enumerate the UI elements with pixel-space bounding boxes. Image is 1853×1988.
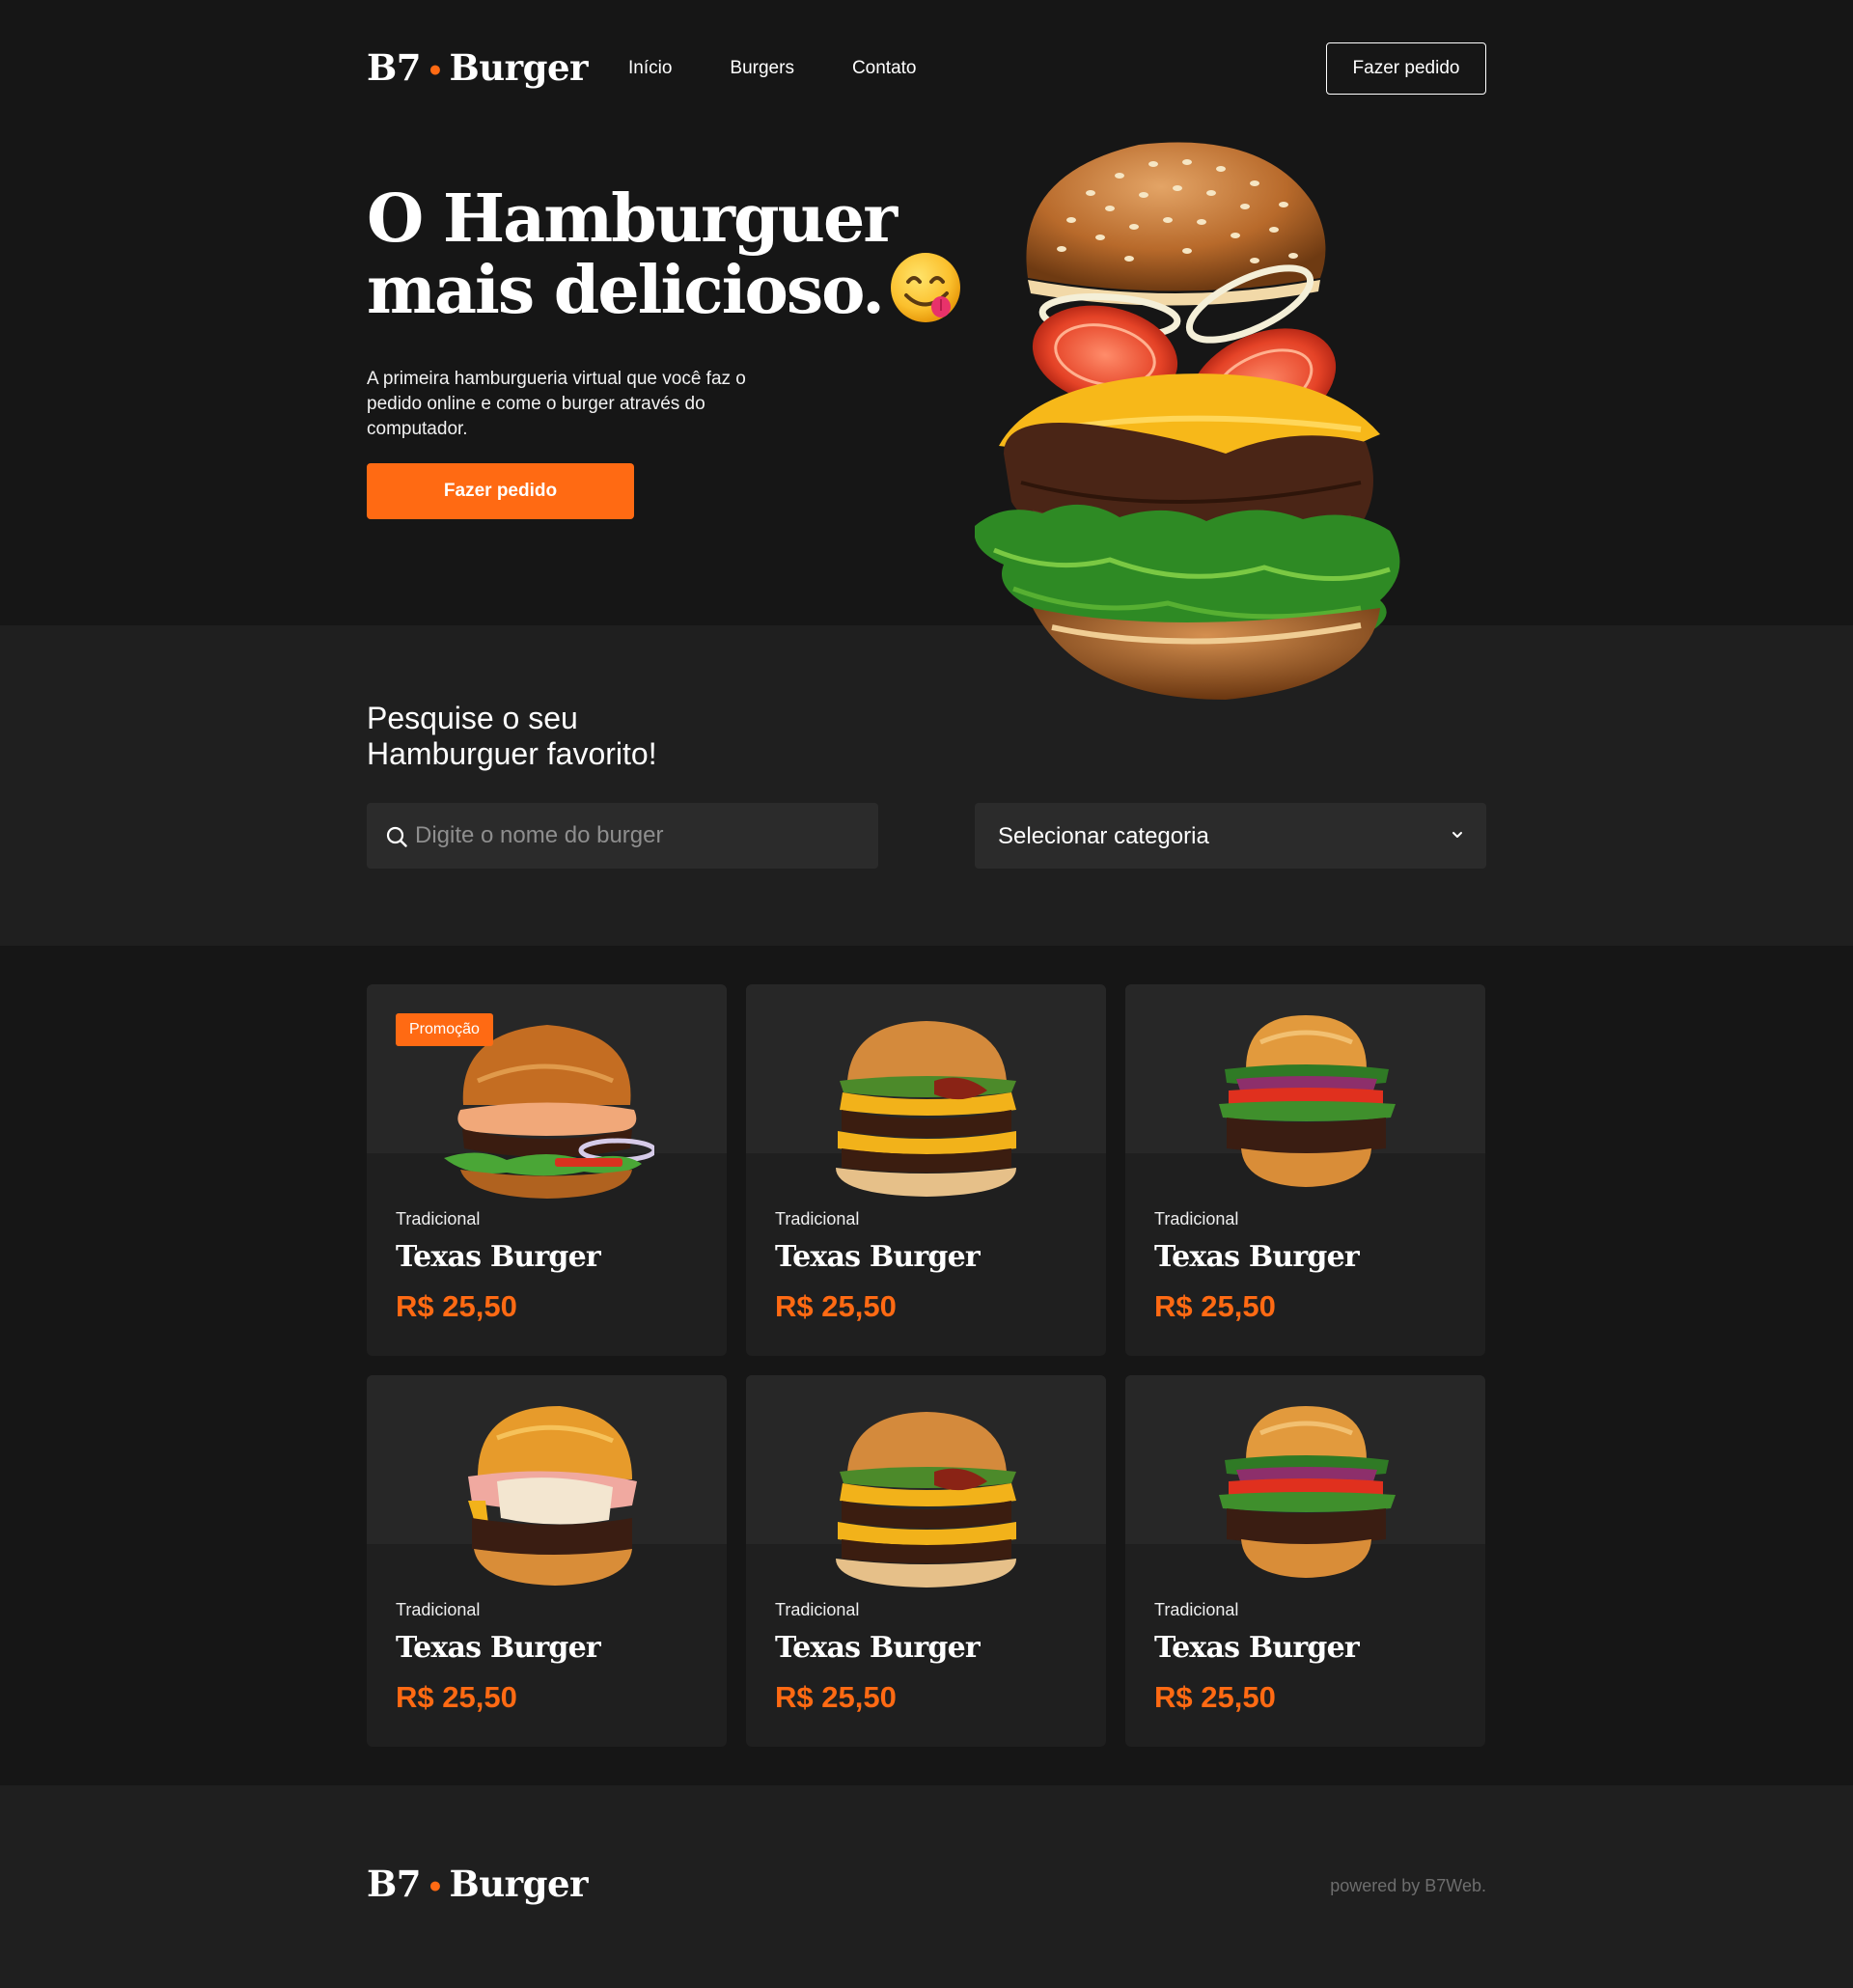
search-heading: Pesquise o seu Hamburguer favorito! <box>367 701 772 772</box>
top-navbar: B7 • Burger Início Burgers Contato Fazer p… <box>367 39 1486 98</box>
hero-order-button[interactable]: Fazer pedido <box>367 463 634 519</box>
chevron-down-icon <box>1452 832 1462 838</box>
hero-title: O Hamburguer mais delicioso. <box>367 183 965 334</box>
main-menu: Início Burgers Contato <box>628 58 917 79</box>
brand-separator: • <box>427 1871 444 1903</box>
search-field[interactable] <box>367 803 878 869</box>
product-image <box>836 1021 1016 1197</box>
product-image <box>1219 1406 1396 1578</box>
search-icon <box>386 826 407 847</box>
nav-order-button[interactable]: Fazer pedido <box>1326 42 1486 95</box>
product-price: R$ 25,50 <box>396 1680 517 1714</box>
hero-burger-image <box>974 135 1448 714</box>
hero-title-line1: O Hamburguer <box>367 180 898 258</box>
page-footer: B7 • Burger powered by B7Web. <box>0 1785 1853 1988</box>
product-card[interactable]: Tradicional Texas Burger R$ 25,50 <box>1125 1375 1485 1747</box>
nav-link-inicio[interactable]: Início <box>628 58 672 79</box>
nav-link-burgers[interactable]: Burgers <box>730 58 794 79</box>
product-name: Texas Burger <box>1154 1631 1360 1665</box>
product-card[interactable]: Promoção Tradicional Texas Burger R$ 25,… <box>367 984 727 1356</box>
product-image <box>836 1412 1016 1588</box>
product-image <box>468 1406 637 1586</box>
products-section: Promoção Tradicional Texas Burger R$ 25,… <box>0 946 1853 1785</box>
brand-name-left: B7 <box>367 46 422 89</box>
product-card[interactable]: Tradicional Texas Burger R$ 25,50 <box>746 1375 1106 1747</box>
hero-description: A primeira hamburgueria virtual que você… <box>367 369 746 439</box>
product-price: R$ 25,50 <box>775 1680 897 1714</box>
product-category: Tradicional <box>775 1209 860 1229</box>
product-name: Texas Burger <box>775 1240 981 1274</box>
product-name: Texas Burger <box>396 1631 601 1665</box>
product-card[interactable]: Tradicional Texas Burger R$ 25,50 <box>1125 984 1485 1356</box>
product-category: Tradicional <box>1154 1209 1239 1229</box>
yum-emoji-icon <box>889 251 964 326</box>
product-price: R$ 25,50 <box>396 1289 517 1323</box>
product-category: Tradicional <box>396 1600 481 1619</box>
search-section: Pesquise o seu Hamburguer favorito! Sele… <box>0 625 1853 946</box>
product-name: Texas Burger <box>396 1240 601 1274</box>
product-price: R$ 25,50 <box>775 1289 897 1323</box>
brand-name-left: B7 <box>367 1863 422 1905</box>
product-category: Tradicional <box>1154 1600 1239 1619</box>
product-price: R$ 25,50 <box>1154 1680 1276 1714</box>
hero-title-line2: mais delicioso. <box>367 252 885 329</box>
product-image <box>1219 1015 1396 1187</box>
product-name: Texas Burger <box>1154 1240 1360 1274</box>
brand-separator: • <box>427 55 444 87</box>
product-card[interactable]: Tradicional Texas Burger R$ 25,50 <box>367 1375 727 1747</box>
search-heading-line2: Hamburguer favorito! <box>367 736 657 771</box>
nav-link-contato[interactable]: Contato <box>852 58 917 79</box>
product-price: R$ 25,50 <box>1154 1289 1276 1323</box>
brand-logo[interactable]: B7 • Burger <box>367 46 589 89</box>
brand-name-right: Burger <box>449 46 589 89</box>
product-category: Tradicional <box>775 1600 860 1619</box>
promo-badge: Promoção <box>396 1013 493 1046</box>
product-category: Tradicional <box>396 1209 481 1229</box>
hero-section: B7 • Burger Início Burgers Contato Fazer p… <box>0 0 1853 625</box>
search-input[interactable] <box>415 803 859 869</box>
search-heading-line1: Pesquise o seu <box>367 701 578 735</box>
brand-name-right: Burger <box>449 1863 589 1905</box>
product-name: Texas Burger <box>775 1631 981 1665</box>
product-card[interactable]: Tradicional Texas Burger R$ 25,50 <box>746 984 1106 1356</box>
category-select[interactable]: Selecionar categoria <box>975 803 1486 869</box>
powered-by-text: powered by B7Web. <box>1330 1876 1486 1895</box>
footer-brand-logo[interactable]: B7 • Burger <box>367 1863 589 1905</box>
category-select-value: Selecionar categoria <box>998 823 1209 849</box>
products-grid: Promoção Tradicional Texas Burger R$ 25,… <box>367 984 1486 1747</box>
